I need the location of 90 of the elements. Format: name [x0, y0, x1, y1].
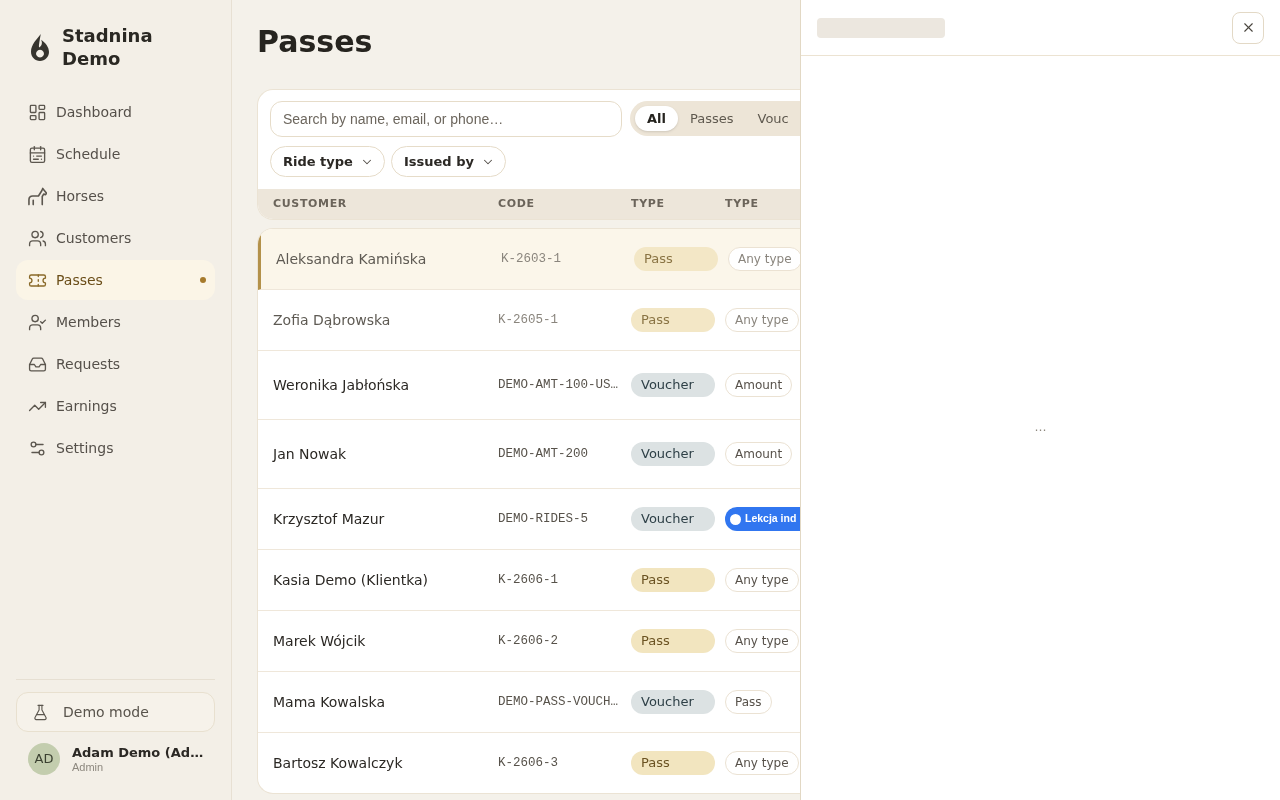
search-field[interactable]: Search by name, email, or phone…	[270, 101, 622, 137]
table-row[interactable]: Weronika Jabłońska DEMO-AMT-100-US… Voucher Amount	[258, 351, 800, 420]
pass-code: K-2605-1	[498, 311, 558, 329]
table-row[interactable]: Krzysztof Mazur DEMO-RIDES-5 Voucher Lekcja ind	[258, 489, 800, 550]
customer-name: Aleksandra Kamińska	[276, 249, 427, 269]
customer-name: Krzysztof Mazur	[273, 509, 385, 529]
table-row[interactable]: Jan Nowak DEMO-AMT-200 Voucher Amount	[258, 420, 800, 489]
type-badge: Voucher	[631, 507, 715, 531]
ride-type-tag: Amount	[725, 373, 793, 397]
nav-label: Requests	[56, 354, 122, 374]
pass-code: DEMO-RIDES-5	[498, 510, 588, 528]
drop-logo-icon	[30, 33, 50, 61]
table-row[interactable]: Aleksandra Kamińska K-2603-1 Pass Any type	[258, 229, 800, 290]
user-role: Admin	[72, 760, 105, 774]
customer-name: Marek Wójcik	[273, 631, 366, 651]
nav-item[interactable]: Settings	[16, 428, 215, 468]
customer-name: Bartosz Kowalczyk	[273, 753, 403, 773]
demo-mode-button[interactable]: Demo mode	[16, 692, 215, 732]
type-badge: Voucher	[631, 373, 715, 397]
customer-name: Jan Nowak	[273, 444, 347, 464]
pass-code: DEMO-AMT-200	[498, 445, 588, 463]
customer-name: Zofia Dąbrowska	[273, 310, 391, 330]
user-check-icon	[28, 312, 47, 332]
type-badge: Pass	[631, 751, 715, 775]
nav-item[interactable]: Dashboard	[16, 92, 215, 132]
type-badge: Pass	[631, 308, 715, 332]
page-title: Passes	[257, 24, 374, 60]
nav-label: Members	[56, 312, 122, 332]
inbox-icon	[28, 354, 47, 374]
flask-icon	[32, 703, 49, 721]
filter-tab[interactable]: Vouc	[745, 106, 800, 131]
type-badge: Pass	[631, 568, 715, 592]
close-button[interactable]	[1232, 11, 1264, 44]
ride-type-tag: Any type	[725, 751, 799, 775]
nav-item[interactable]: Passes	[16, 260, 215, 300]
nav-item[interactable]: Schedule	[16, 134, 215, 174]
column-header: TYPE	[725, 195, 760, 212]
nav-label: Dashboard	[56, 102, 133, 122]
people-icon	[28, 228, 47, 248]
ride-type-tag: Any type	[725, 308, 799, 332]
nav-item[interactable]: Members	[16, 302, 215, 342]
pass-code: K-2606-3	[498, 754, 558, 772]
ride-type-tag: Any type	[725, 568, 799, 592]
customer-name: Kasia Demo (Klientka)	[273, 570, 429, 590]
column-header: CUSTOMER	[273, 195, 348, 212]
table-row[interactable]: Kasia Demo (Klientka) K-2606-1 Pass Any type	[258, 550, 800, 611]
nav-item[interactable]: Earnings	[16, 386, 215, 426]
column-header: TYPE	[631, 195, 666, 212]
nav-label: Customers	[56, 228, 133, 248]
type-badge: Pass	[634, 247, 718, 271]
pass-code: K-2606-1	[498, 571, 558, 589]
filter-tab[interactable]: All	[635, 106, 678, 131]
nav-label: Horses	[56, 186, 106, 206]
calendar-icon	[28, 144, 47, 164]
nav-item[interactable]: Horses	[16, 176, 215, 216]
pass-code: DEMO-PASS-VOUCH…	[498, 693, 619, 711]
nav-label: Passes	[56, 270, 104, 290]
pass-code: K-2603-1	[501, 250, 561, 268]
type-badge: Voucher	[631, 690, 715, 714]
user-avatar[interactable]: AD	[28, 743, 60, 775]
table-row[interactable]: Marek Wójcik K-2606-2 Pass Any type	[258, 611, 800, 672]
column-header: CODE	[498, 195, 536, 212]
filter-tab[interactable]: Passes	[678, 106, 746, 131]
pass-code: DEMO-AMT-100-US…	[498, 376, 619, 394]
ride-type-tag: Amount	[725, 442, 793, 466]
nav-item[interactable]: Customers	[16, 218, 215, 258]
tag-label: Lekcja ind	[745, 511, 797, 527]
customer-name: Mama Kowalska	[273, 692, 386, 712]
filter-dropdown[interactable]: Ride type	[270, 146, 385, 177]
ride-type-tag: Any type	[728, 247, 800, 271]
pass-code: K-2606-2	[498, 632, 558, 650]
filter-dropdown[interactable]: Issued by	[390, 146, 506, 177]
table-row[interactable]: Mama Kowalska DEMO-PASS-VOUCH… Voucher Pass	[258, 672, 800, 733]
user-name: Adam Demo (Ad…	[72, 744, 204, 761]
nav-label: Settings	[56, 438, 115, 458]
horse-icon	[28, 186, 47, 206]
nav-label: Schedule	[56, 144, 122, 164]
ride-type-tag: Any type	[725, 629, 799, 653]
nav-item[interactable]: Requests	[16, 344, 215, 384]
nav-label: Earnings	[56, 396, 118, 416]
sliders-icon	[28, 438, 47, 458]
customer-name: Weronika Jabłońska	[273, 375, 410, 395]
brand-name: Stadnina Demo	[62, 24, 154, 70]
table-row[interactable]: Bartosz Kowalczyk K-2606-3 Pass Any type	[258, 733, 800, 793]
ride-type-tag: Pass	[725, 690, 772, 714]
table-row[interactable]: Zofia Dąbrowska K-2605-1 Pass Any type	[258, 290, 800, 351]
type-badge: Pass	[631, 629, 715, 653]
loading-indicator: …	[1034, 419, 1047, 436]
dashboard-icon	[28, 102, 47, 122]
type-badge: Voucher	[631, 442, 715, 466]
